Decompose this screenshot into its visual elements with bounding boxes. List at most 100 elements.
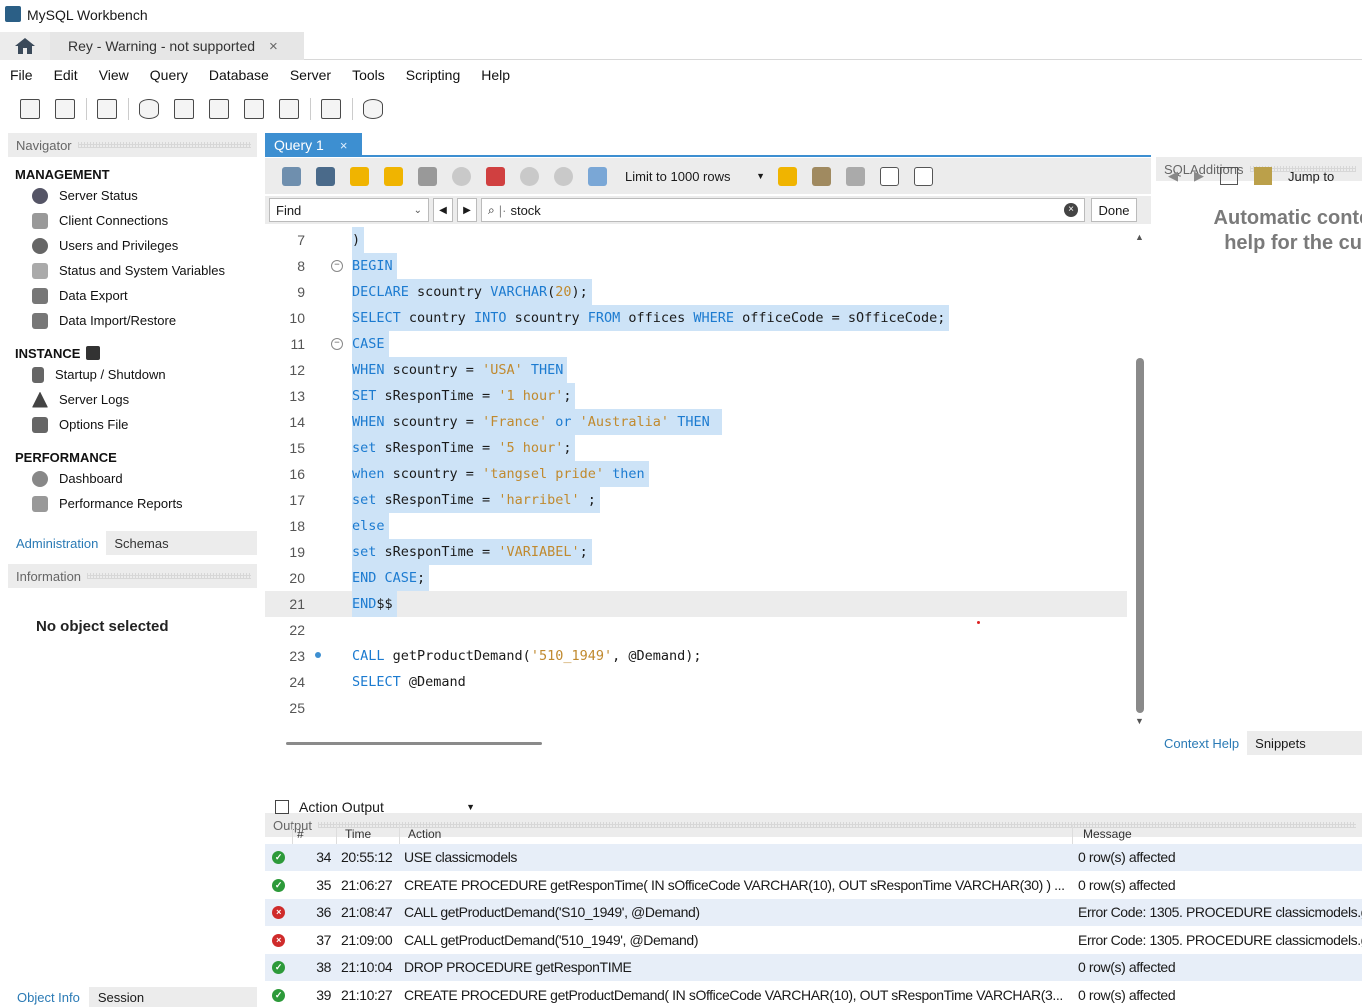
nav-server-logs[interactable]: Server Logs [8,387,257,412]
jump-to-select[interactable]: Jump to [1288,169,1334,184]
nav-options-file[interactable]: Options File [8,412,257,437]
nav-data-import[interactable]: Data Import/Restore [8,308,257,333]
create-procedure-button[interactable] [240,95,268,123]
column-header-action[interactable]: Action [408,824,1073,844]
limit-rows-select[interactable]: Limit to 1000 rows ▼ [625,169,765,184]
editor-line: 25 [265,695,1151,721]
execute-button[interactable] [347,164,371,188]
search-table-data-button[interactable] [317,95,345,123]
fold-icon[interactable]: − [331,338,343,350]
stop-button[interactable] [449,164,473,188]
close-icon[interactable]: × [269,38,278,55]
back-icon[interactable]: ◀ [1168,168,1178,184]
tab-session[interactable]: Session [89,987,153,1007]
find-next-button[interactable]: ▶ [457,198,477,222]
create-view-button[interactable] [205,95,233,123]
table-row[interactable]: ✓ 34 20:55:12 USE classicmodels 0 row(s) aff… [265,844,1362,871]
title-bar [0,0,1362,30]
copy-icon[interactable] [275,800,289,814]
sql-editor[interactable]: 7) 8− BEGIN 9 DECLARE scountry VARCHAR(20)… [265,226,1151,734]
beautify-button[interactable] [809,164,833,188]
column-header-number[interactable]: # [297,824,337,844]
nav-users-privileges[interactable]: Users and Privileges [8,233,257,258]
fold-icon[interactable]: − [331,260,343,272]
autocommit-toggle[interactable] [585,164,609,188]
table-row[interactable]: ✓ 38 21:10:04 DROP PROCEDURE getResponTIME 0… [265,954,1362,981]
commit-button[interactable] [517,164,541,188]
menu-tools[interactable]: Tools [352,67,385,83]
nav-server-status[interactable]: Server Status [8,183,257,208]
table-row[interactable]: × 36 21:08:47 CALL getProductDemand('S10_19… [265,899,1362,926]
tab-snippets[interactable]: Snippets [1247,731,1314,755]
menu-help[interactable]: Help [481,67,510,83]
query-tab[interactable]: Query 1 × [265,133,362,157]
menu-scripting[interactable]: Scripting [406,67,460,83]
table-icon [174,99,194,119]
manual-help-icon[interactable] [1220,167,1238,185]
explain-button[interactable] [415,164,439,188]
menu-file[interactable]: File [10,67,33,83]
find-previous-button[interactable]: ◀ [433,198,453,222]
menu-query[interactable]: Query [150,67,188,83]
connection-tab[interactable]: Rey - Warning - not supported × [50,32,304,60]
save-file-button[interactable] [313,164,337,188]
stop-icon [451,166,471,186]
clear-icon[interactable]: × [1064,203,1078,217]
editor-line: 20 END CASE; [265,565,1151,591]
auto-help-icon[interactable] [1254,167,1272,185]
find-bar: Find ⌄ ◀ ▶ ⌕ |· stock × Done [265,196,1151,224]
nav-performance-reports[interactable]: Performance Reports [8,491,257,516]
tab-administration[interactable]: Administration [8,531,107,555]
rollback-button[interactable] [551,164,575,188]
forward-icon[interactable]: ▶ [1194,168,1204,184]
close-icon[interactable]: × [340,138,348,153]
procedure-icon [244,99,264,119]
triangle-up-icon[interactable]: ▲ [1135,232,1144,242]
editor-line: 16 when scountry = 'tangsel pride' then [265,461,1151,487]
output-type-select[interactable]: Action Output ▼ [299,796,479,818]
nav-data-export[interactable]: Data Export [8,283,257,308]
create-table-button[interactable] [170,95,198,123]
nav-client-connections[interactable]: Client Connections [8,208,257,233]
nav-status-variables[interactable]: Status and System Variables [8,258,257,283]
add-snippet-button[interactable] [775,164,799,188]
nav-dashboard[interactable]: Dashboard [8,466,257,491]
new-sql-tab-button[interactable] [16,95,44,123]
open-file-button[interactable] [279,164,303,188]
tab-context-help[interactable]: Context Help [1156,731,1248,755]
menu-server[interactable]: Server [290,67,331,83]
broom-icon [811,166,831,186]
menu-edit[interactable]: Edit [54,67,78,83]
column-header-time[interactable]: Time [345,824,400,844]
table-row[interactable]: ✓ 35 21:06:27 CREATE PROCEDURE getResponTim… [265,872,1362,899]
nav-startup-shutdown[interactable]: Startup / Shutdown [8,362,257,387]
find-mode-select[interactable]: Find ⌄ [269,198,429,222]
triangle-down-icon[interactable]: ▼ [1135,716,1144,726]
word-wrap-button[interactable] [911,164,935,188]
scrollbar-thumb[interactable] [1136,358,1144,713]
create-function-button[interactable] [275,95,303,123]
save-icon [315,166,335,186]
inspector-button[interactable] [93,95,121,123]
menu-view[interactable]: View [99,67,129,83]
reconnect-button[interactable] [359,95,387,123]
create-schema-button[interactable] [135,95,163,123]
menu-database[interactable]: Database [209,67,269,83]
find-replace-button[interactable] [843,164,867,188]
success-icon: ✓ [272,988,285,1002]
row-number: 39 [316,986,331,1003]
open-sql-script-button[interactable] [51,95,79,123]
home-tab[interactable] [0,32,50,60]
table-row[interactable]: ✓ 39 21:10:27 CREATE PROCEDURE getProductDe… [265,982,1362,1007]
editor-horizontal-scrollbar[interactable] [286,742,542,745]
tab-object-info[interactable]: Object Info [8,987,89,1007]
find-done-button[interactable]: Done [1091,198,1137,222]
find-input[interactable]: ⌕ |· stock × [481,198,1085,222]
column-header-message[interactable]: Message [1083,824,1362,844]
limit-rows-value: Limit to 1000 rows [625,168,731,184]
execute-current-button[interactable] [381,164,405,188]
table-row[interactable]: × 37 21:09:00 CALL getProductDemand('510_19… [265,927,1362,954]
tab-schemas[interactable]: Schemas [106,531,176,555]
toggle-error-button[interactable] [483,164,507,188]
invisible-chars-button[interactable] [877,164,901,188]
